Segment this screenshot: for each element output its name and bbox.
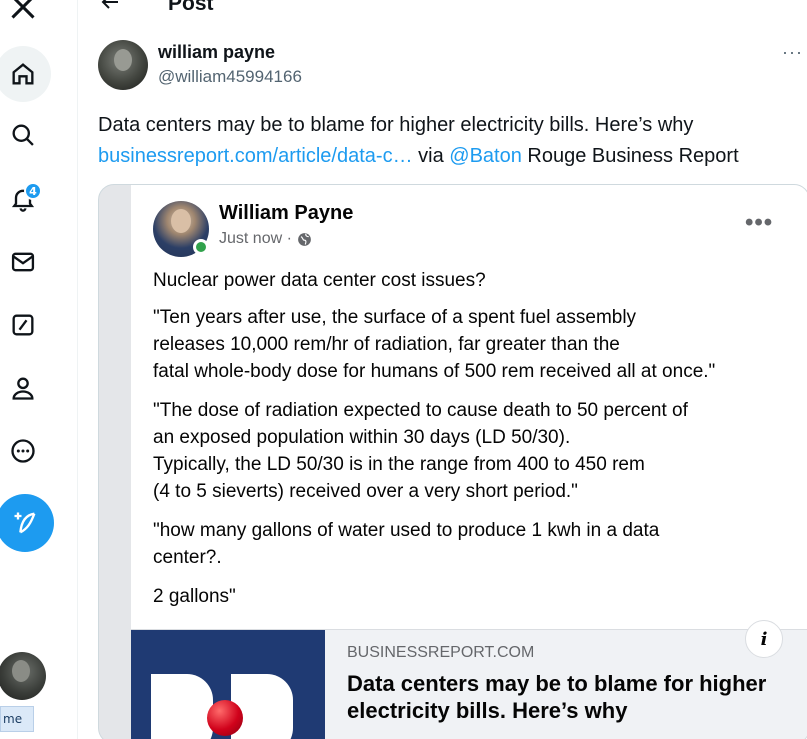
nav-explore[interactable] — [0, 112, 46, 158]
author-handle[interactable]: @william45994166 — [158, 67, 302, 87]
article-link[interactable]: businessreport.com/article/data-c… — [98, 145, 413, 167]
nav-messages[interactable] — [0, 239, 46, 285]
mail-icon — [11, 252, 35, 272]
more-circle-icon — [11, 439, 35, 463]
nav-home[interactable] — [0, 46, 51, 102]
notification-badge: 4 — [24, 182, 42, 200]
embedded-facebook-post: William Payne Just now · ••• Nuclear pow… — [131, 185, 807, 739]
tooltip: me — [0, 706, 34, 732]
link-title: Data centers may be to blame for higher … — [347, 671, 767, 723]
feather-plus-icon — [14, 512, 36, 534]
embed-link-preview: BUSINESSREPORT.COM Data centers may be t… — [131, 620, 807, 739]
post-text: Data centers may be to blame for higher … — [98, 110, 803, 172]
link-domain: BUSINESSREPORT.COM — [347, 644, 535, 661]
grok-icon — [12, 314, 34, 336]
person-icon — [12, 377, 34, 400]
nav-grok[interactable] — [0, 302, 46, 348]
author-name[interactable]: william payne — [158, 42, 275, 63]
embed-paragraph: "The dose of radiation expected to cause… — [153, 400, 688, 502]
embed-timestamp: Just now · — [219, 230, 313, 248]
post-text-part1: Data centers may be to blame for higher … — [98, 114, 694, 136]
nav-more[interactable] — [0, 428, 46, 474]
compose-post-button[interactable] — [0, 494, 54, 552]
page-title: Post — [168, 0, 214, 15]
embed-more-icon: ••• — [745, 209, 774, 236]
back-button[interactable] — [98, 0, 122, 14]
post-more-button[interactable]: ··· — [782, 42, 803, 63]
info-icon: i — [745, 620, 783, 658]
post-text-part2: via — [412, 145, 450, 167]
left-nav-rail: 4 me — [0, 0, 78, 739]
post-text-part3: Rouge Business Report — [521, 145, 739, 167]
embed-time-text: Just now · — [219, 230, 292, 247]
globe-icon — [298, 232, 311, 246]
online-status-dot — [193, 239, 209, 255]
embed-paragraph: "Ten years after use, the surface of a s… — [153, 307, 716, 382]
arrow-left-icon — [101, 0, 118, 9]
mention-link[interactable]: @Baton — [449, 145, 522, 167]
home-icon — [12, 63, 34, 85]
embed-paragraph: "how many gallons of water used to produ… — [153, 520, 660, 568]
nav-profile[interactable] — [0, 365, 46, 411]
account-avatar[interactable] — [0, 652, 46, 700]
nav-notifications[interactable]: 4 — [0, 176, 46, 222]
author-avatar[interactable] — [98, 40, 148, 90]
business-report-logo — [131, 630, 325, 739]
embed-paragraph: Nuclear power data center cost issues? — [153, 270, 486, 291]
x-logo-icon[interactable] — [0, 0, 46, 30]
embed-author-name: William Payne — [219, 202, 354, 224]
search-icon — [12, 124, 34, 146]
embed-paragraph: 2 gallons" — [153, 586, 236, 607]
post-media-image[interactable]: William Payne Just now · ••• Nuclear pow… — [98, 184, 807, 739]
